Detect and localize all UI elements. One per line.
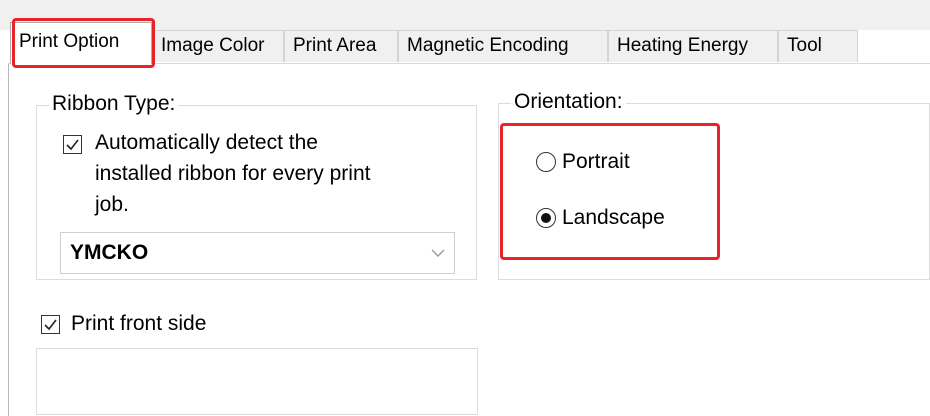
chevron-down-icon xyxy=(431,249,445,257)
tab-heating-energy[interactable]: Heating Energy xyxy=(608,30,778,62)
tab-print-option[interactable]: Print Option xyxy=(10,22,152,64)
print-front-side-label[interactable]: Print front side xyxy=(71,308,206,339)
ribbon-type-value: YMCKO xyxy=(70,241,149,264)
auto-detect-label-line-1[interactable]: Automatically detect the xyxy=(95,127,318,158)
front-side-options-box xyxy=(36,348,478,415)
portrait-label[interactable]: Portrait xyxy=(562,146,630,177)
auto-detect-label-line-2[interactable]: installed ribbon for every print xyxy=(95,158,370,189)
tab-image-color[interactable]: Image Color xyxy=(152,30,284,62)
radio-empty-icon[interactable] xyxy=(536,152,556,172)
auto-detect-label-line-3[interactable]: job. xyxy=(95,189,129,220)
orientation-group xyxy=(498,103,930,280)
radio-selected-icon[interactable] xyxy=(536,208,556,228)
auto-detect-checkbox[interactable] xyxy=(63,135,82,154)
tab-print-area[interactable]: Print Area xyxy=(284,30,398,62)
check-icon xyxy=(66,139,79,151)
tab-magnetic-encoding[interactable]: Magnetic Encoding xyxy=(398,30,608,62)
ribbon-type-select[interactable]: YMCKO xyxy=(60,232,455,274)
ribbon-type-title: Ribbon Type: xyxy=(49,92,179,116)
tab-tool[interactable]: Tool xyxy=(778,30,858,62)
landscape-label[interactable]: Landscape xyxy=(562,202,665,233)
radio-dot xyxy=(540,212,551,223)
tab-bar: Print Option Image Color Print Area Magn… xyxy=(0,0,930,64)
print-front-side-checkbox[interactable] xyxy=(41,315,60,334)
orientation-title: Orientation: xyxy=(511,90,626,114)
check-icon xyxy=(44,319,57,331)
